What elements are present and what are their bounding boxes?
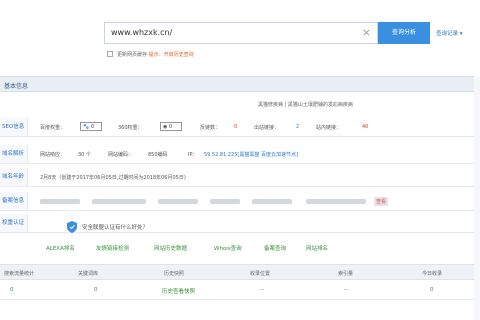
seo-row: SEO信息 百度权重： 🐾 0 360权重： ◉ 0 反链数： 0 出站链接： … [0, 118, 480, 137]
paw-icon: 🐾 [83, 124, 90, 130]
encoding-value: 850编码 [148, 152, 168, 158]
s360-icon: ◉ [163, 124, 168, 130]
blurred-text [40, 199, 80, 204]
response-label: 网站响应： [40, 152, 66, 158]
scrollbar-track[interactable] [474, 76, 480, 320]
ip-label: IP： [188, 152, 198, 158]
resolve-label: 域名解析 [0, 145, 28, 163]
stats-table-header: 搜索流量统计 关键词库 历史快照 收录位置 索引量 今日收录 [0, 264, 480, 280]
safety-alliance-link[interactable]: 安全联盟认证有什么好处？ [82, 223, 148, 231]
blurred-text [306, 199, 366, 204]
th-keywords: 关键词库 [78, 271, 99, 277]
record-label: 备案信息 [0, 192, 28, 210]
search-button[interactable]: 查询分析 [378, 22, 430, 44]
link-friend-check[interactable]: 友情链接检测 [96, 244, 129, 252]
site-notice: 黑猫修疾病 | 黑猫山土壤肥辅的发疝病疾病 [258, 102, 353, 108]
blurred-text [158, 199, 198, 204]
s360-weight-value: 0 [168, 124, 173, 130]
backlinks-value[interactable]: 0 [234, 124, 237, 130]
encoding-label: 网站编码： [108, 152, 134, 158]
basic-info-header: 基本信息 [0, 76, 480, 92]
outbound-links-value[interactable]: 2 [296, 124, 299, 130]
resolve-row: 域名解析 网站响应： 30 个 网站编码： 850编码 IP： 59.52.81… [0, 145, 480, 164]
td-position: -- [260, 287, 264, 293]
th-today: 今日收录 [422, 271, 443, 277]
backlinks-label: 反链数： [200, 125, 221, 131]
update-cache-label: 更新网页缓存 提示：开启历史查询 [117, 51, 194, 58]
internal-links-value[interactable]: 40 [362, 124, 368, 130]
th-snapshot: 历史快照 [164, 271, 185, 277]
link-whois[interactable]: Whois查询 [214, 244, 242, 252]
update-cache-checkbox[interactable] [107, 51, 113, 57]
td-today[interactable]: 0 [430, 287, 434, 293]
tool-links: ALEXA排名 友情链接检测 网站历史数据 Whois查询 备案查询 网站排名 [0, 238, 480, 256]
outbound-links-label: 出站链接： [254, 125, 280, 131]
link-alexa[interactable]: ALEXA排名 [46, 244, 75, 252]
domain-age-row: 域名年龄 2月8天（创建于2017年06月05日,过期时间为2018年06月05… [0, 168, 480, 187]
blurred-text [252, 199, 292, 204]
section-title: 基本信息 [4, 83, 29, 90]
td-index: -- [344, 287, 348, 293]
checkbox-label-text: 更新网页缓存 [117, 52, 148, 58]
th-traffic: 搜索流量统计 [4, 271, 35, 277]
clear-icon[interactable]: × [362, 26, 371, 39]
shield-icon [67, 221, 77, 233]
td-traffic[interactable]: 0 [10, 287, 14, 293]
seo-label: SEO信息 [0, 118, 28, 136]
th-position: 收录位置 [250, 271, 271, 277]
td-keywords[interactable]: 0 [94, 287, 98, 293]
response-value: 30 个 [78, 152, 91, 158]
history-hint-link[interactable]: 提示：开启历史查询 [149, 52, 194, 58]
top-bar: www.whzxk.cn/ × 查询分析 查询记录 ▾ 更新网页缓存 提示：开启… [0, 0, 480, 72]
ip-value[interactable]: 59.52.81.225[黑猫黑猫 百度云加速节点] [204, 151, 298, 158]
page: www.whzxk.cn/ × 查询分析 查询记录 ▾ 更新网页缓存 提示：开启… [0, 0, 480, 320]
search-input-value: www.whzxk.cn/ [111, 28, 173, 37]
trust-label: 权重认证 [0, 214, 28, 232]
search-input[interactable]: www.whzxk.cn/ × [104, 22, 378, 44]
record-row: 备案信息 查看 [0, 192, 480, 211]
baidu-weight-value: 0 [90, 124, 95, 130]
link-history[interactable]: 网站历史数据 [154, 244, 187, 252]
link-rank[interactable]: 网站排名 [306, 244, 328, 252]
domain-age-label: 域名年龄 [0, 168, 28, 186]
s360-weight-label: 360权重： [118, 125, 143, 131]
blurred-text [210, 199, 240, 204]
record-badge[interactable]: 查看 [374, 197, 389, 206]
history-dropdown[interactable]: 查询记录 ▾ [436, 29, 463, 37]
link-record[interactable]: 备案查询 [264, 244, 286, 252]
internal-links-label: 站内链接： [316, 125, 342, 131]
baidu-weight-badge[interactable]: 🐾 0 [80, 122, 102, 131]
th-index: 索引量 [338, 271, 354, 277]
td-snapshot[interactable]: 历史查看快照 [162, 287, 195, 295]
s360-weight-badge[interactable]: ◉ 0 [160, 122, 182, 131]
blurred-text [92, 199, 146, 204]
baidu-weight-label: 百度权重： [40, 125, 66, 131]
table-row: 0 0 历史查看快照 -- -- 0 [0, 280, 480, 300]
domain-age-value: 2月8天（创建于2017年06月05日,过期时间为2018年06月05日) [40, 175, 186, 181]
